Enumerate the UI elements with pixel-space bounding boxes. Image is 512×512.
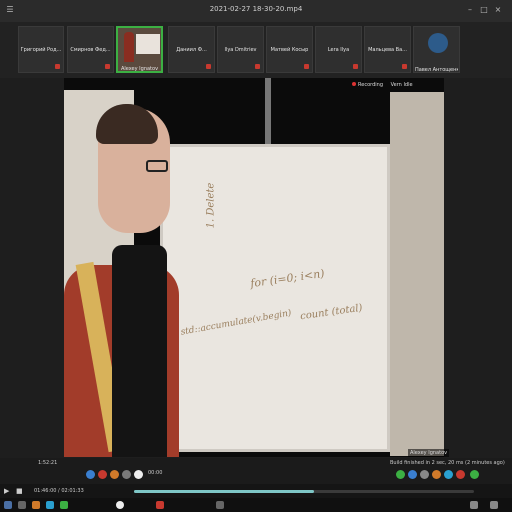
close-icon[interactable]: × [494,6,502,14]
participant-tile[interactable]: Даниил Ф... [168,26,215,73]
app-icon[interactable] [444,470,453,479]
window-title: 2021-02-27 18-30-20.mp4 [209,5,303,13]
app-icon[interactable] [470,470,479,479]
taskbar-app-icon[interactable] [216,501,224,509]
participant-name: Григорий Род... [20,47,62,53]
participant-tile[interactable]: Смирнов Фед... [67,26,114,73]
mic-muted-icon [206,64,211,69]
app-icon[interactable] [408,470,417,479]
recording-indicator: Recording [352,82,383,88]
room-wall-right [390,92,444,456]
status-text: Build finished in 2 sec, 20 ms (2 minute… [390,460,505,466]
mic-muted-icon [402,64,407,69]
participant-tile[interactable]: Григорий Род... [18,26,64,73]
participant-name: Ilya Dmitriev [224,47,257,53]
reactions-icon[interactable] [134,470,143,479]
active-speaker-tile[interactable]: Alexey Ignatov [116,26,163,73]
mic-muted-icon [255,64,260,69]
video-label: Vern Idle [390,82,413,88]
min-icon[interactable]: – [466,6,474,14]
start-menu-icon[interactable] [4,501,12,509]
window-frame [265,78,271,148]
taskbar-app-icon[interactable] [46,501,54,509]
speaker-name-tag: Alexey Ignatov [408,449,450,457]
elapsed-time: 1:52:21 [38,460,58,466]
taskbar-app-icon[interactable] [116,501,124,509]
speaker-glasses [146,160,168,172]
taskbar-app-icon[interactable] [18,501,26,509]
participant-name: Даниил Ф... [176,47,207,53]
app-icon[interactable] [420,470,429,479]
share-icon[interactable] [110,470,119,479]
speaker-shirt [112,245,167,457]
max-icon[interactable]: □ [480,6,488,14]
participant-name: Lera Ilya [327,47,350,53]
record-icon [352,82,356,86]
mic-muted-icon [105,64,110,69]
chat-icon[interactable] [122,470,131,479]
participant-name: Мальцева Ва... [368,47,407,53]
app-icon[interactable] [432,470,441,479]
speaker-thumbnail [124,32,134,62]
camera-icon[interactable] [86,470,95,479]
participant-tile[interactable]: Ilya Dmitriev [217,26,264,73]
timer: 00:00 [148,470,163,476]
taskbar-app-icon[interactable] [156,501,164,509]
avatar [428,33,448,53]
title-bar: 2021-02-27 18-30-20.mp4 ☰ – □ × [0,0,512,23]
participant-tile[interactable]: Мальцева Ва... [364,26,411,73]
play-icon[interactable]: ▶ [4,487,12,495]
mic-muted-icon [55,64,60,69]
participant-name: Смирнов Фед... [70,47,111,53]
taskbar [0,498,512,512]
app-icon[interactable] [396,470,405,479]
whiteboard-thumbnail [136,34,160,54]
seek-progress [134,490,314,493]
participant-tile[interactable]: Lera Ilya [315,26,362,73]
mic-muted-icon [353,64,358,69]
tray-icon[interactable] [490,501,498,509]
video-overlay: Recording Vern Idle [352,82,419,88]
stop-icon[interactable]: ■ [16,487,24,495]
whiteboard-text: 1. Delete [205,182,217,229]
playback-time: 01:46:00 / 02:01:33 [34,488,84,494]
participant-tile[interactable]: Матвей Косыр [266,26,313,73]
taskbar-app-icon[interactable] [60,501,68,509]
mic-muted-icon [304,64,309,69]
menu-icon[interactable]: ☰ [6,6,14,14]
participant-name: Павел Антощенко [415,67,458,73]
participants-strip: Павел Антощенко Мальцева Ва... Lera Ilya… [0,22,512,78]
taskbar-app-icon[interactable] [32,501,40,509]
app-icon[interactable] [456,470,465,479]
whiteboard [160,144,390,452]
mic-icon[interactable] [98,470,107,479]
participant-name: Матвей Косыр [270,47,309,53]
participant-tile[interactable]: Павел Антощенко [413,26,460,73]
tray-icon[interactable] [470,501,478,509]
participant-name: Alexey Ignatov [120,66,159,72]
